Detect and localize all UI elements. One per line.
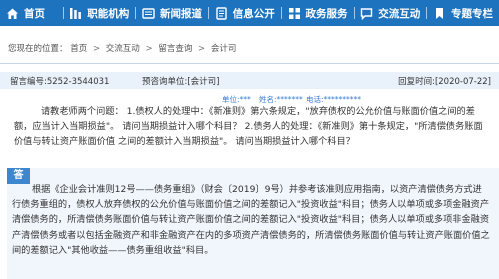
answer-text: 根据《企业会计准则12号——债务重组》（财会〔2019〕9号）并参考该准则应用指… bbox=[12, 184, 490, 256]
chat-icon bbox=[360, 7, 373, 20]
message-meta-bar: 留言编号:5252-3544031 预咨询单位:[会计司] 回复时间:[2020… bbox=[0, 72, 499, 89]
nav-label-gov-services: 政务服务 bbox=[305, 7, 348, 20]
nav-item-home[interactable]: 首页 bbox=[0, 0, 63, 26]
breadcrumb-separator: > bbox=[145, 44, 153, 54]
breadcrumb-item-interaction[interactable]: 交流互动 bbox=[106, 44, 140, 54]
consulted-unit: 预咨询单位:[会计司] bbox=[142, 77, 220, 87]
nav-label-departments: 职能机构 bbox=[87, 7, 130, 20]
bookmark-icon bbox=[433, 7, 446, 20]
document-icon bbox=[215, 6, 228, 20]
breadcrumb-item-current: 会计司 bbox=[210, 44, 237, 54]
answer-text-block: 根据《企业会计准则12号——债务重组》（财会〔2019〕9号）并参考该准则应用指… bbox=[12, 182, 490, 258]
breadcrumb-separator: > bbox=[198, 44, 206, 54]
question-text: 请教老师两个问题： 1.债权人的处理中：《新准则》第六条规定，"放弃债权的公允价… bbox=[14, 106, 483, 148]
service-grid-icon bbox=[288, 7, 301, 20]
section-divider bbox=[0, 63, 499, 64]
news-icon bbox=[142, 7, 155, 20]
breadcrumb-prefix: 您现在的位置： bbox=[8, 44, 68, 54]
breadcrumb-separator: > bbox=[92, 44, 101, 54]
home-icon bbox=[6, 7, 19, 20]
org-chart-icon bbox=[69, 7, 82, 20]
nav-item-gov-services[interactable]: 政务服务 bbox=[282, 0, 354, 26]
nav-item-special-topics[interactable]: 专题专栏 bbox=[427, 0, 499, 26]
nav-item-news[interactable]: 新闻报道 bbox=[136, 0, 208, 26]
nav-label-interaction: 交流互动 bbox=[378, 7, 421, 20]
reply-time: 回复时间:[2020-07-22] bbox=[398, 77, 491, 87]
nav-label-news: 新闻报道 bbox=[160, 7, 203, 20]
nav-item-departments[interactable]: 职能机构 bbox=[63, 0, 135, 26]
nav-item-info-disclosure[interactable]: 信息公开 bbox=[209, 0, 281, 26]
nav-item-interaction[interactable]: 交流互动 bbox=[354, 0, 426, 26]
breadcrumb-item-message-query[interactable]: 留言查询 bbox=[158, 44, 192, 54]
nav-label-info-disclosure: 信息公开 bbox=[232, 7, 275, 20]
message-number: 留言编号:5252-3544031 bbox=[10, 77, 110, 87]
nav-label-home: 首页 bbox=[24, 7, 45, 20]
breadcrumb: 您现在的位置： 首页 > 交流互动 > 留言查询 > 会计司 bbox=[8, 42, 236, 54]
nav-label-special-topics: 专题专栏 bbox=[451, 7, 494, 20]
top-navigation-bar: 首页 职能机构 新闻报道 信息公开 政务服务 交流互动 专题专栏 bbox=[0, 0, 499, 26]
breadcrumb-item-home[interactable]: 首页 bbox=[70, 44, 87, 54]
question-text-block: 请教老师两个问题： 1.债权人的处理中：《新准则》第六条规定，"放弃债权的公允价… bbox=[14, 104, 490, 150]
